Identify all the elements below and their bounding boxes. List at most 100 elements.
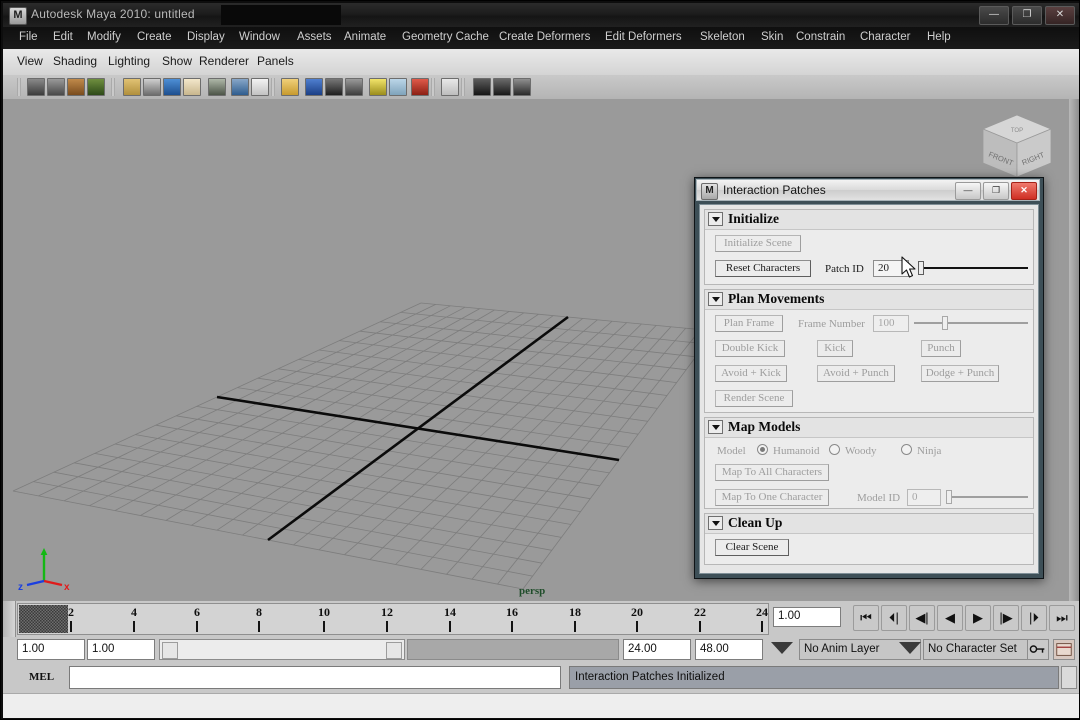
range-start-field[interactable]: 1.00 [17,639,85,660]
clean-up-section-header[interactable]: Clean Up [705,514,1033,534]
panel-menu-item-shading[interactable]: Shading [53,54,97,68]
menu-item-create[interactable]: Create [133,30,176,44]
cylinder-icon[interactable] [389,78,407,96]
step-forward-frame-button[interactable]: |▶ [993,605,1019,631]
current-frame-field[interactable]: 1.00 [773,607,841,627]
snake-icon[interactable] [513,78,531,96]
light-bulb-icon[interactable] [369,78,387,96]
text-icon[interactable] [251,78,269,96]
model-id-field[interactable]: 0 [907,489,941,506]
yellow-cube-icon[interactable] [281,78,299,96]
script-editor-button[interactable] [1061,666,1077,689]
menu-item-create-deformers[interactable]: Create Deformers [495,30,594,44]
model-radio-woody[interactable] [829,444,840,455]
dialog-close-button[interactable]: ✕ [1011,182,1037,200]
menu-item-file[interactable]: File [15,30,42,44]
map-to-one-character-button[interactable]: Map To One Character [715,489,829,506]
panel-menu-item-renderer[interactable]: Renderer [199,54,249,68]
camera-script-icon[interactable] [47,78,65,96]
dialog-maximize-button[interactable]: ❐ [983,182,1009,200]
punch-button[interactable]: Punch [921,340,961,357]
polycube-blue-icon[interactable] [305,78,323,96]
red-cube-icon[interactable] [411,78,429,96]
panel-menu-item-lighting[interactable]: Lighting [108,54,150,68]
film-strip-icon[interactable] [143,78,161,96]
menu-item-assets[interactable]: Assets [293,30,336,44]
patch-id-field[interactable]: 20 [873,260,909,277]
frame-number-slider[interactable] [914,316,1028,330]
close-button[interactable]: ✕ [1045,6,1075,25]
menu-item-character[interactable]: Character [856,30,915,44]
menu-item-animate[interactable]: Animate [340,30,390,44]
chevron-down-icon[interactable] [708,292,723,306]
play-backwards-button[interactable]: ◀ [937,605,963,631]
range-slider-filled[interactable] [407,639,619,660]
panel-menu-item-panels[interactable]: Panels [257,54,294,68]
go-to-start-button[interactable]: ⏮ [853,605,879,631]
character-set-combo[interactable]: No Character Set [923,639,1043,660]
viewport-right-scrollbar[interactable] [1069,99,1079,601]
dialog-title-bar[interactable]: M Interaction Patches — ❐ ✕ [696,179,1040,201]
play-forwards-button[interactable]: ▶ [965,605,991,631]
chevron-down-icon[interactable] [708,420,723,434]
avoid-punch-button[interactable]: Avoid + Punch [817,365,895,382]
range-end-field[interactable]: 48.00 [695,639,763,660]
polycube-dark-icon[interactable] [325,78,343,96]
menu-item-skeleton[interactable]: Skeleton [696,30,749,44]
initialize-scene-button[interactable]: Initialize Scene [715,235,801,252]
menu-item-help[interactable]: Help [923,30,955,44]
blue-sphere-icon[interactable] [163,78,181,96]
grid-render-icon[interactable] [208,78,226,96]
reset-characters-button[interactable]: Reset Characters [715,260,811,277]
dodge-punch-button[interactable]: Dodge + Punch [921,365,999,382]
layered-shader-icon[interactable] [123,78,141,96]
range-handle-right[interactable] [386,642,402,659]
chevron-down-icon[interactable] [708,212,723,226]
anim-layer-dropdown-icon[interactable] [771,642,793,654]
frame-number-field[interactable]: 100 [873,315,909,332]
step-back-key-button[interactable]: ⏴| [881,605,907,631]
time-slider[interactable]: 2 4 6 8 10 12 14 16 18 20 22 24 [17,603,769,635]
render-book-icon[interactable] [87,78,105,96]
key-icon[interactable] [1027,639,1049,660]
light-sphere-icon[interactable] [183,78,201,96]
menu-item-modify[interactable]: Modify [83,30,125,44]
earth-icon[interactable] [231,78,249,96]
polysphere-icon[interactable] [345,78,363,96]
book-icon[interactable] [67,78,85,96]
go-to-end-button[interactable]: ⏭ [1049,605,1075,631]
wire-square-icon[interactable] [441,78,459,96]
step-back-frame-button[interactable]: ◀| [909,605,935,631]
range-handle-left[interactable] [162,642,178,659]
camera-icon[interactable] [27,78,45,96]
chevron-down-icon[interactable] [708,516,723,530]
initialize-section-header[interactable]: Initialize [705,210,1033,230]
character-set-dropdown-icon[interactable] [899,642,921,654]
model-id-slider-knob[interactable] [946,490,952,504]
menu-item-edit[interactable]: Edit [49,30,77,44]
map-models-section-header[interactable]: Map Models [705,418,1033,438]
map-to-all-characters-button[interactable]: Map To All Characters [715,464,829,481]
range-slider-bar[interactable] [159,639,405,660]
maximize-button[interactable]: ❐ [1012,6,1042,25]
kick-button[interactable]: Kick [817,340,853,357]
patch-id-slider[interactable] [918,261,1028,275]
model-radio-ninja[interactable] [901,444,912,455]
menu-item-constrain[interactable]: Constrain [792,30,849,44]
plan-frame-button[interactable]: Plan Frame [715,315,783,332]
dialog-minimize-button[interactable]: — [955,182,981,200]
menu-item-window[interactable]: Window [235,30,284,44]
patch-id-slider-knob[interactable] [918,261,924,275]
menu-item-display[interactable]: Display [183,30,229,44]
sphere-wire-icon[interactable] [473,78,491,96]
panel-menu-item-view[interactable]: View [17,54,43,68]
render-scene-button[interactable]: Render Scene [715,390,793,407]
menu-item-skin[interactable]: Skin [757,30,787,44]
menu-item-edit-deformers[interactable]: Edit Deformers [601,30,686,44]
mel-command-input[interactable] [69,666,561,689]
anim-end-field[interactable]: 24.00 [623,639,691,660]
minimize-button[interactable]: — [979,6,1009,25]
anim-start-field[interactable]: 1.00 [87,639,155,660]
step-forward-key-button[interactable]: |⏵ [1021,605,1047,631]
time-slider-grip[interactable] [3,601,16,637]
